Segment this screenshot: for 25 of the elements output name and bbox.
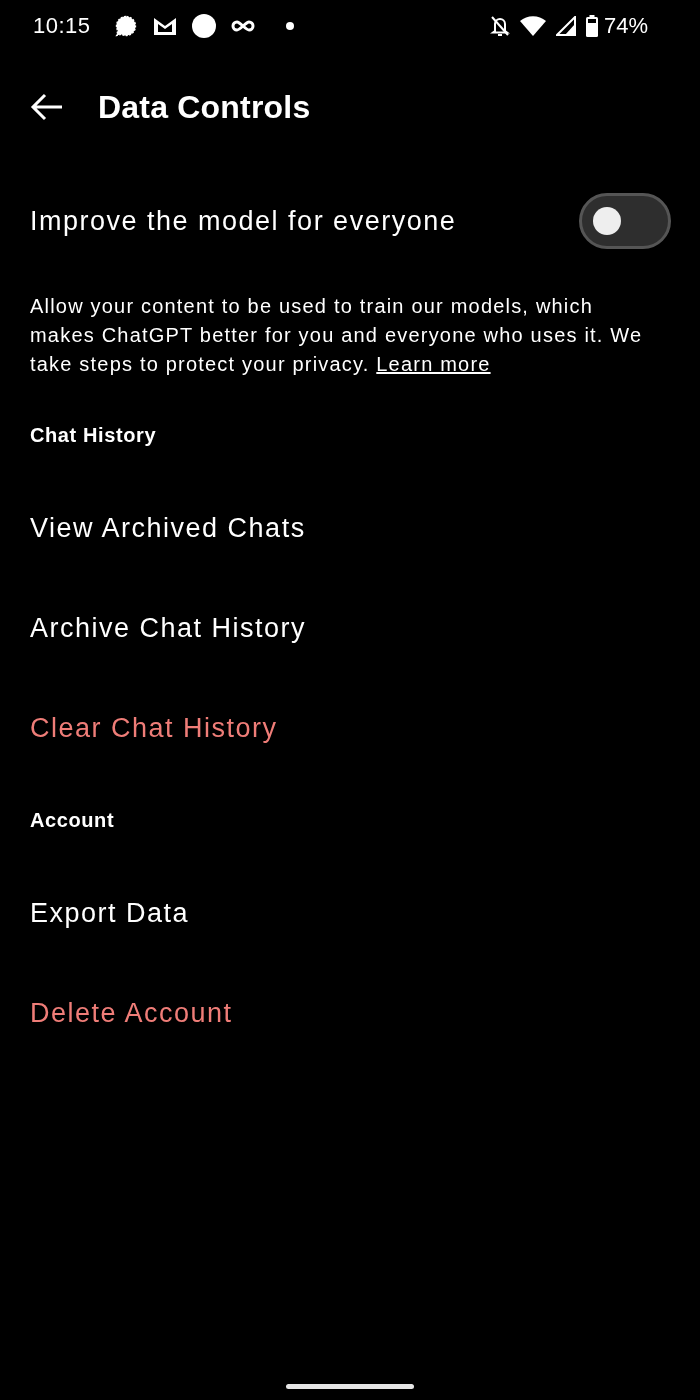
battery-percentage: 74% <box>603 13 648 39</box>
circle-icon <box>191 14 216 38</box>
screen-title: Data Controls <box>98 88 311 126</box>
bell-off-icon <box>489 15 510 37</box>
learn-more-link[interactable]: Learn more <box>376 353 491 375</box>
menu-item[interactable]: Export Data <box>30 898 190 928</box>
mail-icon <box>152 16 177 36</box>
setting-label: Improve the model for everyone <box>30 205 457 237</box>
infinity-icon <box>230 20 255 32</box>
wifi-icon <box>519 16 546 36</box>
status-time: 10:15 <box>33 13 91 39</box>
chat-bubble-icon <box>113 14 138 38</box>
signal-icon <box>555 16 576 36</box>
section-header: Chat History <box>30 424 157 446</box>
section-header: Account <box>30 809 115 831</box>
battery-icon <box>585 15 598 37</box>
toggle-switch[interactable] <box>579 193 671 249</box>
menu-item[interactable]: Archive Chat History <box>30 613 307 643</box>
dot-icon <box>285 22 294 30</box>
menu-item[interactable]: Delete Account <box>30 998 233 1028</box>
back-arrow-icon <box>30 93 64 121</box>
menu-item[interactable]: Clear Chat History <box>30 713 278 743</box>
back-button[interactable] <box>30 93 64 121</box>
menu-item[interactable]: View Archived Chats <box>30 513 306 543</box>
description-text: Allow your content to be used to train our models, which makes ChatGPT better for you and everyone who uses it. We take steps to protect your privacy. Learn more <box>30 294 644 377</box>
